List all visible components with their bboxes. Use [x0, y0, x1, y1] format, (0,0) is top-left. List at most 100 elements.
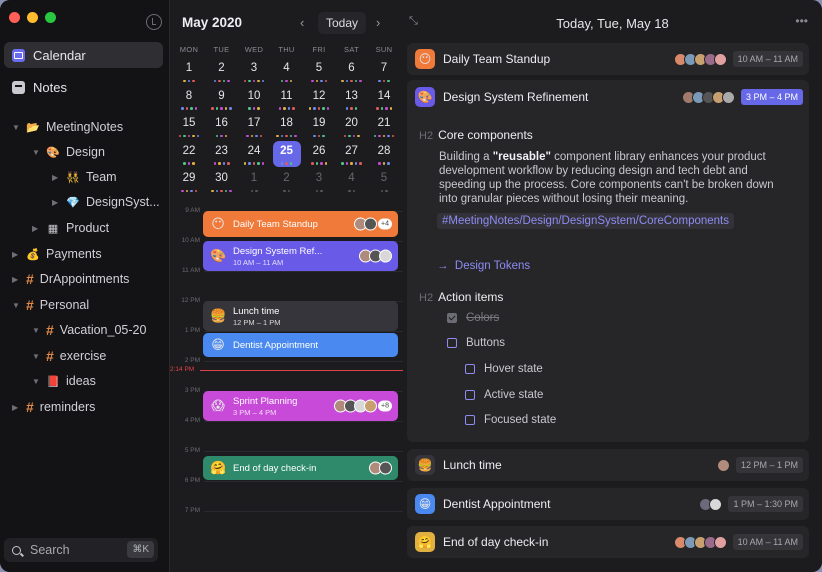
checkbox[interactable]: [465, 364, 475, 374]
tree-item-payments[interactable]: ▶ 💰 Payments: [12, 243, 102, 265]
checklist-item-hover[interactable]: Hover state: [465, 363, 543, 375]
calendar-day[interactable]: 9: [208, 86, 236, 112]
chevron-right-icon[interactable]: ▶: [12, 275, 26, 284]
note-link[interactable]: → Design Tokens: [437, 260, 530, 272]
chevron-right-icon[interactable]: ▶: [12, 250, 26, 259]
calendar-day[interactable]: 12: [305, 86, 333, 112]
more-icon[interactable]: •••: [795, 14, 808, 28]
checkbox[interactable]: [465, 415, 475, 425]
chevron-right-icon[interactable]: ▶: [52, 173, 66, 182]
note-paragraph[interactable]: Building a "reusable" component library …: [439, 150, 791, 206]
attendee-avatars[interactable]: [359, 249, 392, 263]
calendar-day[interactable]: 29: [175, 168, 203, 194]
calendar-day[interactable]: 26: [305, 141, 333, 167]
calendar-day[interactable]: 6: [338, 58, 366, 84]
calendar-day[interactable]: 21: [370, 113, 398, 139]
chevron-down-icon[interactable]: ▼: [12, 123, 26, 132]
event-card[interactable]: 😁 Dentist Appointment 1 PM – 1:30 PM: [407, 488, 809, 520]
calendar-day[interactable]: 17: [240, 113, 268, 139]
calendar-day[interactable]: 14: [370, 86, 398, 112]
chevron-down-icon[interactable]: ▼: [32, 377, 46, 386]
attendee-avatars[interactable]: +8: [334, 399, 392, 413]
prev-month-button[interactable]: ‹: [300, 15, 304, 30]
calendar-day[interactable]: 10: [240, 86, 268, 112]
checklist-item-buttons[interactable]: Buttons: [447, 337, 505, 349]
chevron-right-icon[interactable]: ▶: [32, 224, 46, 233]
checklist-item-focused[interactable]: Focused state: [465, 414, 556, 426]
tree-item-team[interactable]: ▶ 👯 Team: [52, 166, 117, 188]
chevron-right-icon[interactable]: ▶: [12, 403, 26, 412]
calendar-day[interactable]: 27: [338, 141, 366, 167]
calendar-day[interactable]: 2: [208, 58, 236, 84]
attendee-avatars[interactable]: [681, 90, 735, 104]
tree-item-designsystem[interactable]: ▶ 💎 DesignSyst...: [52, 191, 160, 213]
checkbox[interactable]: [447, 338, 457, 348]
tree-item-product[interactable]: ▶ ▦ Product: [32, 217, 109, 239]
event-card[interactable]: 🤗 End of day check-in 10 AM – 11 AM: [407, 526, 809, 558]
calendar-day[interactable]: 11: [273, 86, 301, 112]
tree-item-drappointments[interactable]: ▶ # DrAppointments: [12, 268, 129, 290]
attendee-avatars[interactable]: [369, 461, 392, 475]
calendar-day[interactable]: 5: [305, 58, 333, 84]
calendar-day[interactable]: 7: [370, 58, 398, 84]
calendar-day[interactable]: 5: [370, 168, 398, 194]
tree-item-personal[interactable]: ▼ # Personal: [12, 294, 89, 316]
maximize-window-button[interactable]: [45, 12, 56, 23]
attendee-avatars[interactable]: [699, 497, 723, 511]
history-icon[interactable]: [146, 14, 162, 30]
calendar-day[interactable]: 22: [175, 141, 203, 167]
chevron-down-icon[interactable]: ▼: [12, 301, 26, 310]
calendar-day[interactable]: 4: [273, 58, 301, 84]
note-heading[interactable]: H2 Core components: [419, 128, 533, 142]
event-card[interactable]: 🍔 Lunch time 12 PM – 1 PM: [407, 449, 809, 481]
checkbox[interactable]: [447, 313, 457, 323]
calendar-day[interactable]: 3: [240, 58, 268, 84]
event-card[interactable]: 😶 Daily Team Standup 10 AM – 11 AM: [407, 43, 809, 75]
next-month-button[interactable]: ›: [376, 15, 380, 30]
calendar-day[interactable]: 20: [338, 113, 366, 139]
tree-item-design[interactable]: ▼ 🎨 Design: [32, 141, 105, 163]
close-window-button[interactable]: [9, 12, 20, 23]
attendee-avatars[interactable]: [673, 535, 727, 549]
checklist-item-active[interactable]: Active state: [465, 389, 543, 401]
today-button[interactable]: Today: [318, 12, 366, 34]
chevron-down-icon[interactable]: ▼: [32, 148, 46, 157]
tree-item-ideas[interactable]: ▼ 📕 ideas: [32, 370, 96, 392]
timeline-event[interactable]: 🤗 End of day check-in: [203, 456, 398, 480]
attendee-avatars[interactable]: [673, 52, 727, 66]
calendar-day[interactable]: 28: [370, 141, 398, 167]
note-heading[interactable]: H2 Action items: [419, 290, 503, 304]
calendar-day[interactable]: 1: [175, 58, 203, 84]
timeline-event[interactable]: 🎨 Design System Ref... 10 AM – 11 AM: [203, 241, 398, 271]
calendar-day[interactable]: 16: [208, 113, 236, 139]
tree-item-exercise[interactable]: ▼ # exercise: [32, 345, 106, 367]
timeline-event[interactable]: 🍔 Lunch time 12 PM – 1 PM: [203, 301, 398, 331]
note-tag-link[interactable]: #MeetingNotes/Design/DesignSystem/CoreCo…: [437, 213, 735, 229]
calendar-day[interactable]: 8: [175, 86, 203, 112]
chevron-down-icon[interactable]: ▼: [32, 326, 46, 335]
attendee-avatars[interactable]: +4: [354, 217, 392, 231]
checkbox[interactable]: [465, 390, 475, 400]
timeline-event[interactable]: 😱 Sprint Planning 3 PM – 4 PM +8: [203, 391, 398, 421]
tree-item-reminders[interactable]: ▶ # reminders: [12, 396, 95, 418]
calendar-day[interactable]: 15: [175, 113, 203, 139]
search-button[interactable]: Search ⌘K: [4, 538, 158, 562]
timeline-event[interactable]: 😁 Dentist Appointment: [203, 333, 398, 357]
calendar-day[interactable]: 19: [305, 113, 333, 139]
calendar-day[interactable]: 4: [338, 168, 366, 194]
chevron-right-icon[interactable]: ▶: [52, 198, 66, 207]
calendar-day[interactable]: 2: [273, 168, 301, 194]
calendar-day[interactable]: 25: [272, 140, 301, 167]
calendar-day[interactable]: 18: [273, 113, 301, 139]
calendar-day[interactable]: 23: [208, 141, 236, 167]
calendar-day[interactable]: 1: [240, 168, 268, 194]
checklist-item-colors[interactable]: Colors: [447, 312, 499, 324]
calendar-day[interactable]: 24: [240, 141, 268, 167]
tree-item-meetingnotes[interactable]: ▼ 📂 MeetingNotes: [12, 116, 123, 138]
chevron-down-icon[interactable]: ▼: [32, 352, 46, 361]
minimize-window-button[interactable]: [27, 12, 38, 23]
event-card-header[interactable]: 🎨 Design System Refinement 3 PM – 4 PM: [407, 81, 809, 113]
calendar-day[interactable]: 3: [305, 168, 333, 194]
nav-calendar[interactable]: Calendar: [4, 42, 163, 68]
calendar-day[interactable]: 13: [338, 86, 366, 112]
